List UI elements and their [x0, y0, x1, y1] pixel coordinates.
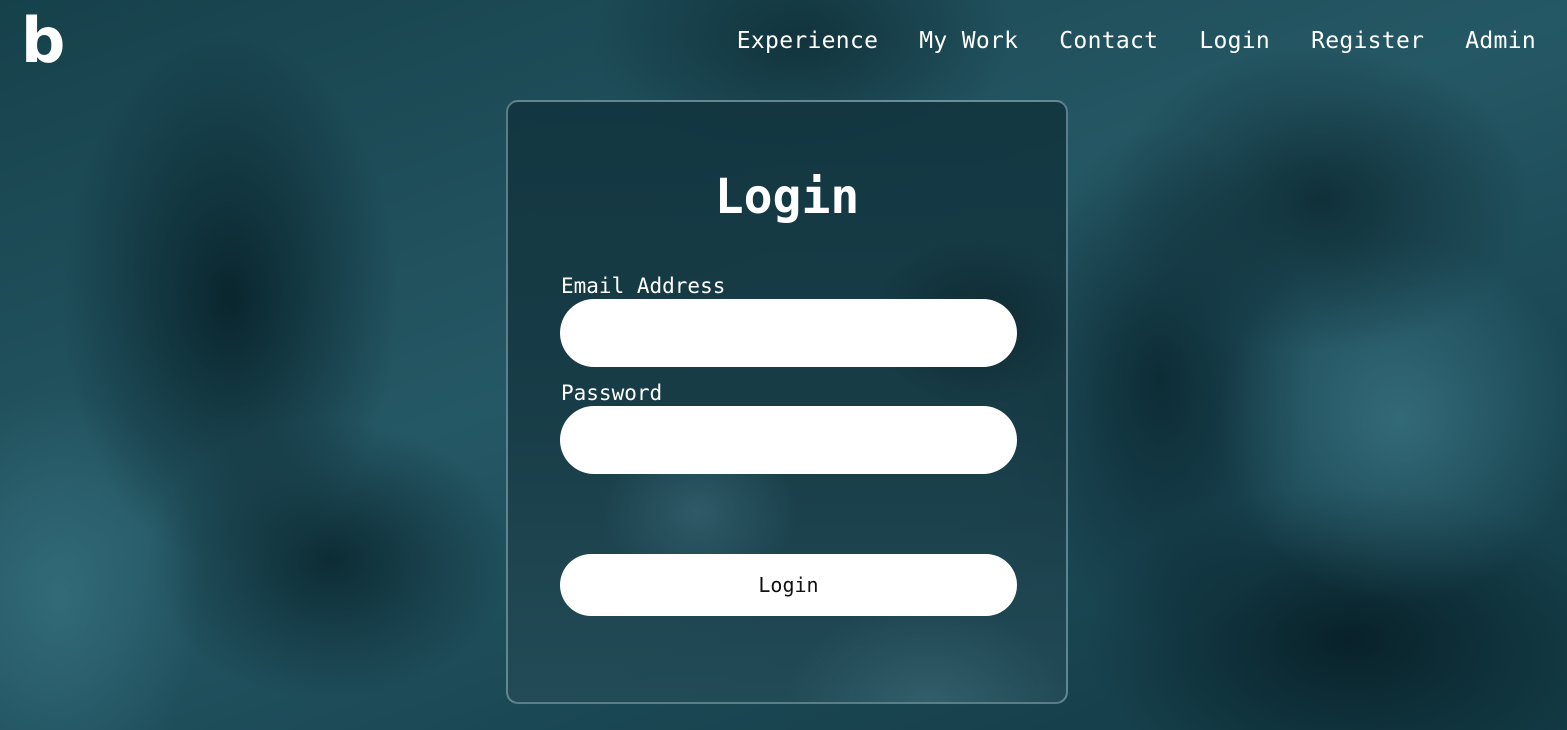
nav-item-my-work[interactable]: My Work: [919, 26, 1018, 56]
home-logo-link[interactable]: b: [21, 6, 65, 76]
nav-item-experience[interactable]: Experience: [737, 26, 878, 56]
login-submit-button[interactable]: Login: [560, 554, 1017, 616]
nav-item-admin[interactable]: Admin: [1465, 26, 1536, 56]
nav-item-contact[interactable]: Contact: [1059, 26, 1158, 56]
nav-item-login[interactable]: Login: [1199, 26, 1270, 56]
nav-item-register[interactable]: Register: [1311, 26, 1424, 56]
email-label: Email Address: [561, 274, 726, 298]
email-field[interactable]: [560, 299, 1017, 367]
password-field[interactable]: [560, 406, 1017, 474]
password-label: Password: [561, 381, 663, 405]
top-navigation: Experience My Work Contact Login Registe…: [737, 26, 1536, 56]
login-card: Login Email Address Password Login: [506, 100, 1068, 704]
login-title: Login: [714, 169, 860, 225]
